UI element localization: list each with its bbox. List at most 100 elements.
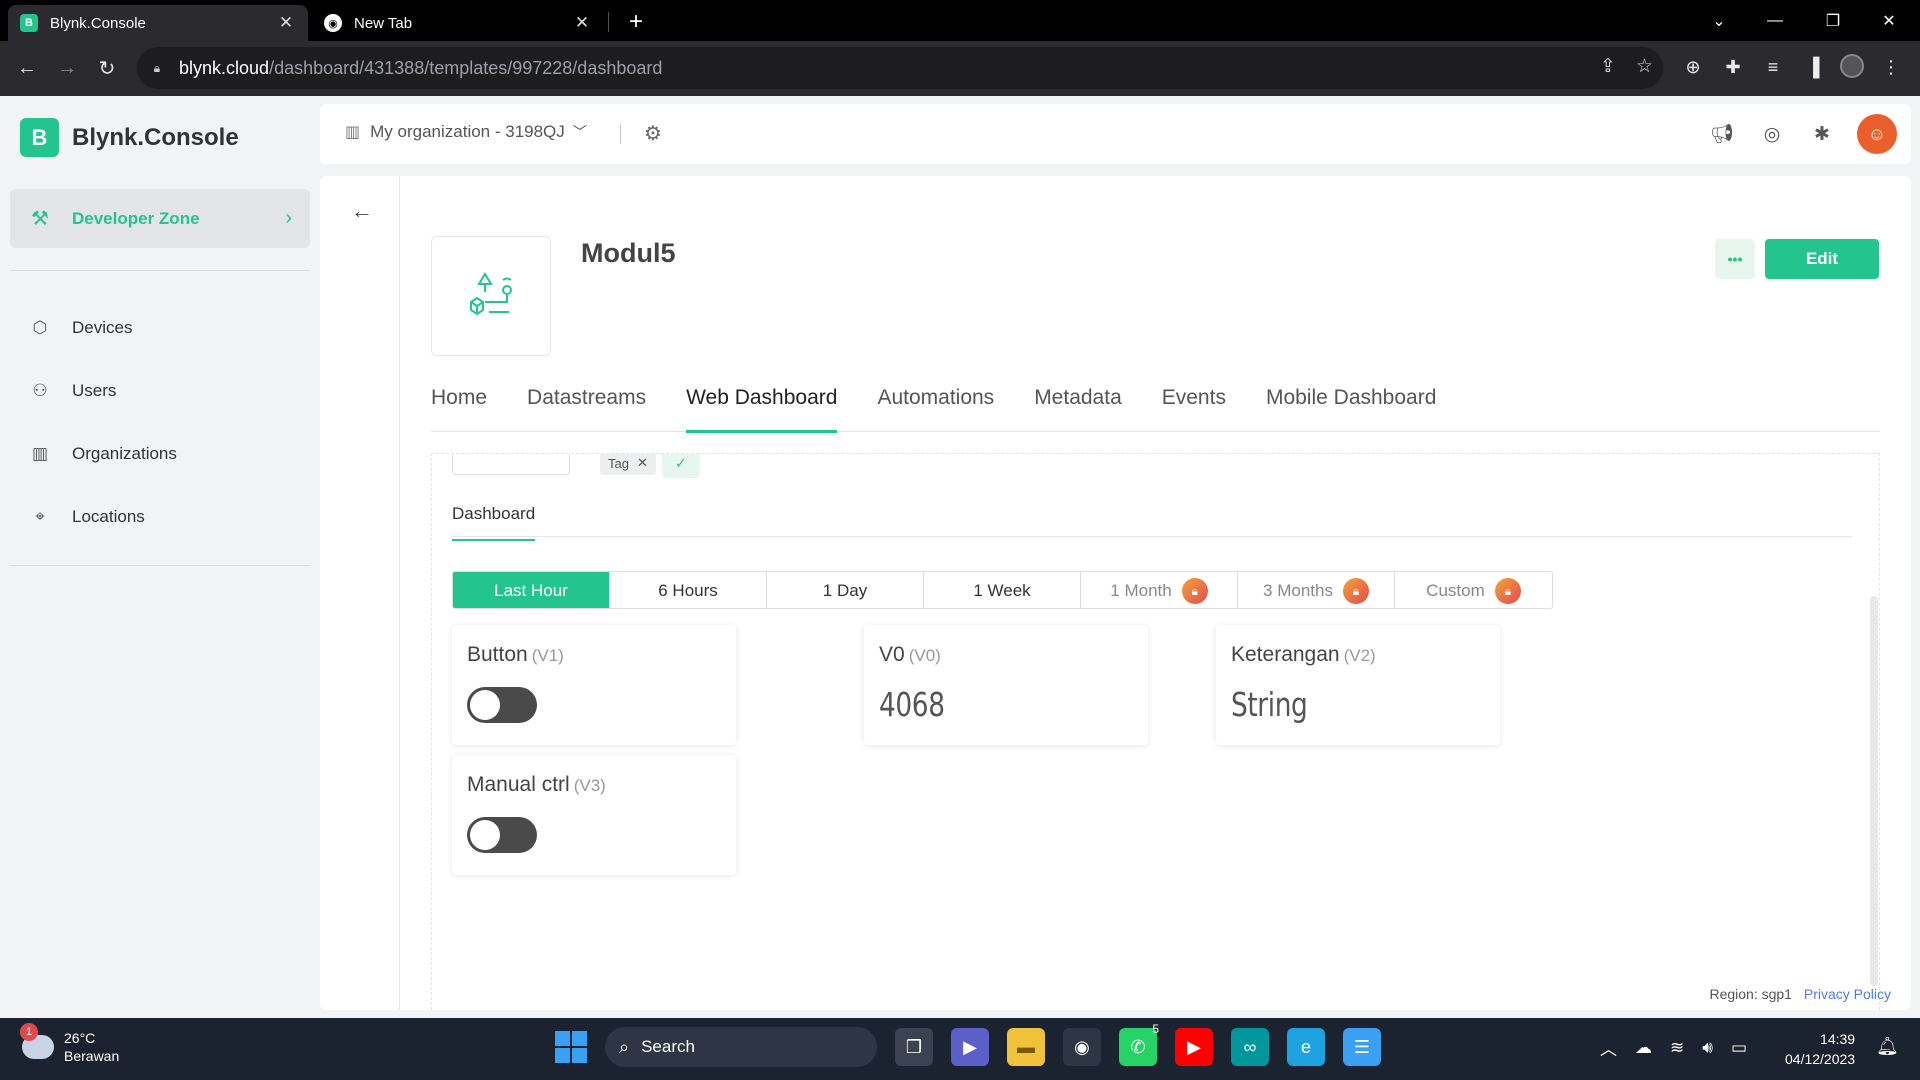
weather-desc: Berawan [64, 1048, 120, 1064]
sidebar-item-users[interactable]: ⚇ Users [0, 359, 320, 422]
close-window-button[interactable]: ✕ [1866, 0, 1912, 41]
gear-icon[interactable]: ⚙ [640, 120, 666, 146]
brand[interactable]: B Blynk.Console [20, 118, 239, 157]
restore-button[interactable]: ❐ [1810, 0, 1856, 41]
bookmark-star-icon[interactable]: ☆ [1636, 55, 1653, 78]
notepad-icon[interactable]: ☰ [1343, 1028, 1381, 1066]
main-content: ← Modul5 ••• Edit Home Datastreams Web D… [320, 176, 1911, 1010]
edit-button[interactable]: Edit [1765, 239, 1879, 279]
dashboard-area: Tag ✕ ✓ Dashboard Last Hour 6 Hours 1 Da… [431, 453, 1880, 1010]
whatsapp-icon[interactable]: ✆ 5 [1119, 1022, 1159, 1066]
extension-plus-icon[interactable]: ⊕ [1680, 54, 1706, 80]
blynk-favicon-icon: B [20, 14, 38, 32]
browser-toolbar: ← → ↻ 🔒︎ blynk.cloud/dashboard/431388/te… [0, 41, 1920, 96]
widget-button[interactable]: Button (V1) [452, 625, 736, 745]
more-options-button[interactable]: ••• [1715, 239, 1755, 279]
system-clock[interactable]: 14:39 04/12/2023 [1785, 1029, 1855, 1069]
toggle-switch[interactable] [467, 817, 537, 853]
sidebar-item-devices[interactable]: ⬡ Devices [0, 296, 320, 359]
clock-time: 14:39 [1820, 1031, 1856, 1047]
back-arrow-icon[interactable]: ← [347, 196, 377, 226]
widget-title: Button (V1) [467, 643, 564, 666]
widget-v0[interactable]: V0 (V0) 4068 [864, 625, 1148, 745]
share-icon[interactable]: ⇪ [1600, 55, 1616, 78]
megaphone-icon[interactable]: 📢︎ [1707, 119, 1737, 149]
notification-bell-icon[interactable]: 🔔︎ [1876, 1036, 1899, 1057]
volume-icon[interactable]: 🔊︎ [1702, 1038, 1713, 1058]
tab-blynk-console[interactable]: B Blynk.Console ✕ [8, 5, 308, 41]
chrome-icon[interactable]: ◉ [1063, 1028, 1101, 1066]
tab-metadata[interactable]: Metadata [1034, 376, 1122, 432]
lock-icon[interactable]: 🔒︎ [149, 60, 165, 76]
menu-kebab-icon[interactable]: ⋮ [1878, 54, 1904, 80]
teams-chat-icon[interactable]: ▶ [951, 1028, 989, 1066]
tab-events[interactable]: Events [1162, 376, 1226, 432]
tab-mobile-dashboard[interactable]: Mobile Dashboard [1266, 376, 1436, 432]
range-6-hours[interactable]: 6 Hours [610, 572, 767, 608]
file-explorer-icon[interactable]: ▬ [1007, 1028, 1045, 1066]
tab-automations[interactable]: Automations [877, 376, 994, 432]
task-view-icon[interactable]: ❐ [895, 1028, 933, 1066]
chevron-down-icon: ﹀ [572, 124, 587, 140]
tab-search-chevron-icon[interactable]: ⌄ [1696, 0, 1742, 41]
scrollbar[interactable] [1870, 596, 1878, 986]
extensions-puzzle-icon[interactable]: ✚ [1720, 54, 1746, 80]
region-label: Region: sgp1 [1709, 986, 1792, 1002]
address-bar[interactable]: 🔒︎ blynk.cloud/dashboard/431388/template… [137, 47, 1663, 89]
minimize-button[interactable]: — [1752, 0, 1798, 41]
arduino-icon[interactable]: ∞ [1231, 1028, 1269, 1066]
range-3-months[interactable]: 3 Months 🔒︎ [1238, 572, 1395, 608]
widget-manual-ctrl[interactable]: Manual ctrl (V3) [452, 755, 736, 875]
chrome-favicon-icon: ◉ [324, 14, 342, 32]
user-avatar[interactable]: ☺ [1857, 114, 1897, 154]
battery-icon[interactable]: ▭ [1731, 1038, 1747, 1058]
range-last-hour[interactable]: Last Hour [453, 572, 610, 608]
sidebar-item-developer-zone[interactable]: ⚒ Developer Zone › [10, 189, 310, 248]
sidebar-item-label: Devices [72, 317, 133, 337]
range-1-day[interactable]: 1 Day [767, 572, 924, 608]
taskbar-search[interactable]: ⌕ Search [605, 1027, 877, 1067]
privacy-policy-link[interactable]: Privacy Policy [1804, 986, 1891, 1002]
forward-arrow-icon[interactable]: → [52, 53, 82, 83]
wifi-icon[interactable]: ≋ [1670, 1038, 1684, 1058]
sidebar-item-locations[interactable]: ⌖ Locations [0, 485, 320, 548]
tab-web-dashboard[interactable]: Web Dashboard [686, 376, 838, 433]
tag-input[interactable] [452, 454, 570, 475]
blynk-logo-icon: B [20, 118, 59, 157]
browser-tabbar: B Blynk.Console ✕ ◉ New Tab ✕ + ⌄ — ❐ ✕ [0, 0, 1920, 41]
chevron-up-icon[interactable]: ︿ [1600, 1035, 1617, 1060]
tab-home[interactable]: Home [431, 376, 487, 432]
map-pin-icon: ⌖ [35, 506, 45, 526]
tab-datastreams[interactable]: Datastreams [527, 376, 646, 432]
toggle-switch[interactable] [467, 687, 537, 723]
range-custom[interactable]: Custom 🔒︎ [1395, 572, 1552, 608]
close-icon[interactable]: ✕ [572, 13, 592, 33]
reload-icon[interactable]: ↻ [92, 53, 122, 83]
back-arrow-icon[interactable]: ← [12, 53, 42, 83]
weather-widget[interactable]: 1 26°C Berawan [20, 1023, 120, 1065]
widget-keterangan[interactable]: Keterangan (V2) String [1216, 625, 1500, 745]
close-icon[interactable]: ✕ [276, 13, 296, 33]
tab-new-tab[interactable]: ◉ New Tab ✕ [312, 5, 604, 41]
edge-icon[interactable]: e [1287, 1028, 1325, 1066]
bug-icon[interactable]: ✱ [1807, 119, 1837, 149]
range-1-month[interactable]: 1 Month 🔒︎ [1081, 572, 1238, 608]
checkmark-icon[interactable]: ✓ [661, 454, 700, 478]
url-text[interactable]: blynk.cloud/dashboard/431388/templates/9… [179, 58, 662, 79]
windows-start-icon[interactable] [555, 1031, 587, 1063]
youtube-icon[interactable]: ▶ [1175, 1028, 1213, 1066]
organization-selector[interactable]: ▥ My organization - 3198QJ ﹀ [345, 122, 587, 142]
sidebar-item-organizations[interactable]: ▥ Organizations [0, 422, 320, 485]
media-queue-icon[interactable]: ≡ [1760, 54, 1786, 80]
template-image[interactable] [431, 236, 551, 356]
dashboard-tab-divider [452, 536, 1852, 537]
side-panel-icon[interactable]: ▐ [1800, 54, 1826, 80]
switch-knob [470, 690, 500, 720]
new-tab-button[interactable]: + [620, 6, 652, 38]
onedrive-icon[interactable]: ☁ [1635, 1038, 1652, 1058]
help-lifebuoy-icon[interactable]: ◎ [1757, 119, 1787, 149]
profile-avatar[interactable] [1840, 54, 1864, 78]
close-icon[interactable]: ✕ [637, 455, 648, 471]
tag-chip[interactable]: Tag ✕ [600, 454, 656, 475]
range-1-week[interactable]: 1 Week [924, 572, 1081, 608]
